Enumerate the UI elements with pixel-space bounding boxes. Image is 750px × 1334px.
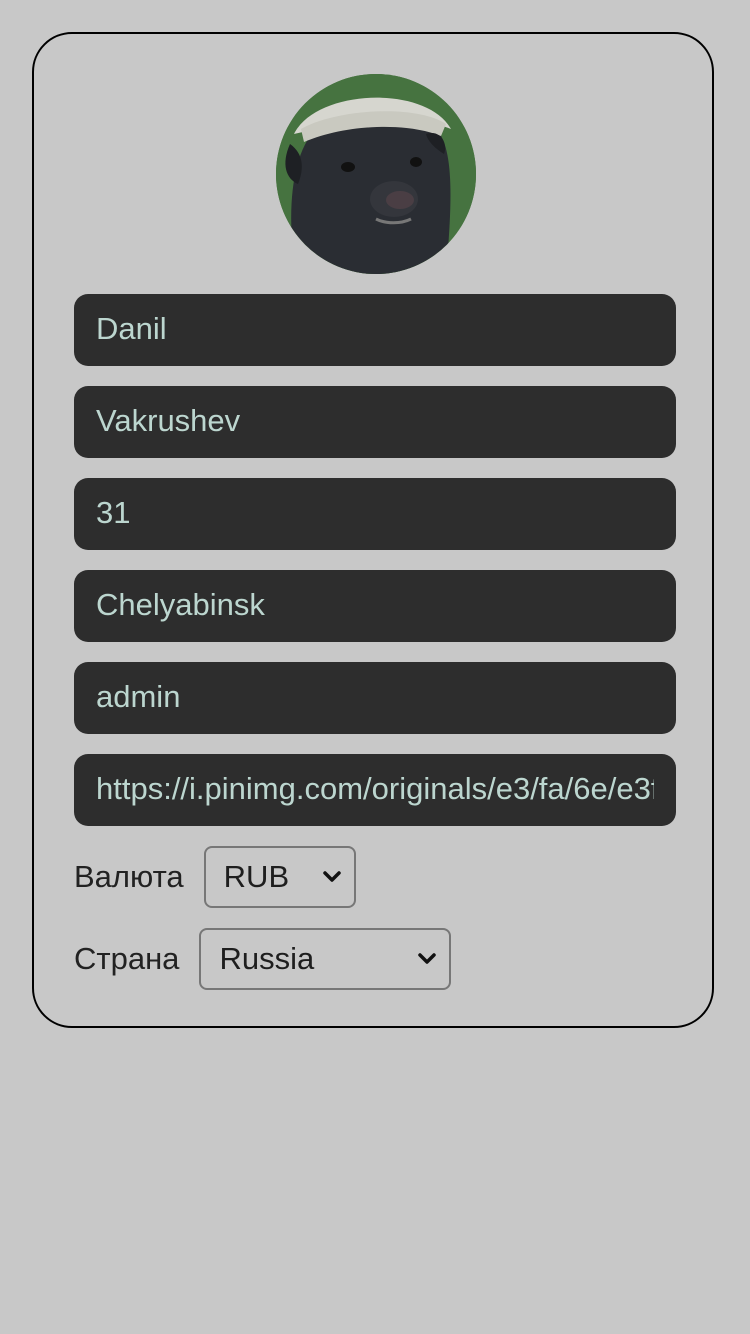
country-label: Страна bbox=[74, 941, 180, 976]
role-field[interactable]: admin bbox=[74, 662, 676, 734]
first-name-field[interactable]: Danil bbox=[74, 294, 676, 366]
last-name-value: Vakrushev bbox=[96, 403, 241, 438]
avatar-url-value: https://i.pinimg.com/originals/e3/fa/6e/… bbox=[96, 771, 654, 806]
currency-row: Валюта RUB bbox=[74, 846, 356, 908]
chevron-down-icon bbox=[322, 871, 341, 882]
first-name-value: Danil bbox=[96, 311, 167, 346]
city-field[interactable]: Chelyabinsk bbox=[74, 570, 676, 642]
country-row: Страна Russia bbox=[74, 928, 452, 990]
currency-selected-value: RUB bbox=[223, 859, 290, 894]
currency-select[interactable]: RUB bbox=[203, 846, 356, 908]
avatar bbox=[276, 74, 476, 274]
last-name-field[interactable]: Vakrushev bbox=[74, 386, 676, 458]
city-value: Chelyabinsk bbox=[96, 587, 265, 622]
currency-label: Валюта bbox=[74, 859, 184, 894]
country-select[interactable]: Russia bbox=[199, 928, 452, 990]
age-value: 31 bbox=[96, 495, 131, 530]
age-field[interactable]: 31 bbox=[74, 478, 676, 550]
avatar-url-field[interactable]: https://i.pinimg.com/originals/e3/fa/6e/… bbox=[74, 754, 676, 826]
honey-badger-photo-icon bbox=[276, 74, 476, 274]
chevron-down-icon bbox=[418, 953, 437, 964]
profile-card: Danil Vakrushev 31 Chelyabinsk admin htt… bbox=[32, 32, 714, 1028]
role-value: admin bbox=[96, 679, 181, 714]
country-selected-value: Russia bbox=[219, 941, 315, 976]
